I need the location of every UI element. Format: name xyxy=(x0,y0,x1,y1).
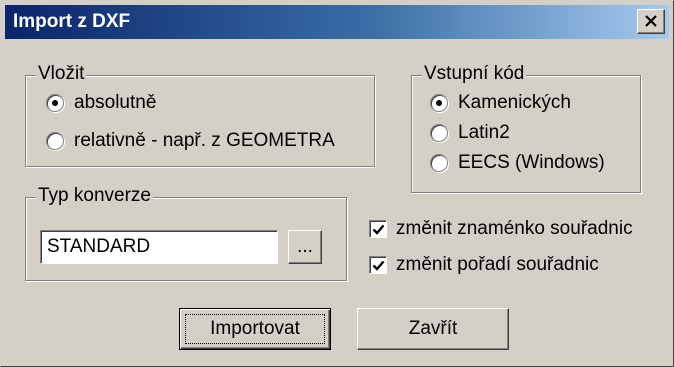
radio-relative[interactable]: relativně - např. z GEOMETRA xyxy=(46,128,335,154)
checkbox-change-sign-box[interactable] xyxy=(369,220,387,238)
conversion-type-group: Typ konverze STANDARD ... xyxy=(25,185,347,281)
checkbox-change-sign-label: změnit znaménko souřadnic xyxy=(396,218,633,239)
radio-selected-dot xyxy=(436,100,442,106)
radio-eecs-label: EECS (Windows) xyxy=(458,152,605,173)
radio-kamenickych-label: Kamenických xyxy=(458,92,571,113)
checkbox-change-order-box[interactable] xyxy=(369,256,387,274)
radio-kamenickych[interactable]: Kamenických xyxy=(430,90,571,116)
radio-absolute-indicator[interactable] xyxy=(46,94,64,112)
conversion-type-legend: Typ konverze xyxy=(36,185,153,207)
browse-button-label: ... xyxy=(297,236,313,257)
radio-eecs-indicator[interactable] xyxy=(430,154,448,172)
insert-group: Vložit absolutně relativně - např. z GEO… xyxy=(25,63,375,167)
radio-latin2[interactable]: Latin2 xyxy=(430,120,510,146)
import-dxf-dialog: Import z DXF Vložit absolutně relativně … xyxy=(0,0,674,367)
title-bar[interactable]: Import z DXF xyxy=(5,5,669,39)
conversion-type-field[interactable]: STANDARD xyxy=(40,230,278,264)
radio-relative-indicator[interactable] xyxy=(46,132,64,150)
checkbox-change-sign[interactable]: změnit znaménko souřadnic xyxy=(369,216,633,242)
radio-kamenickych-indicator[interactable] xyxy=(430,94,448,112)
radio-eecs[interactable]: EECS (Windows) xyxy=(430,150,605,176)
encoding-group: Vstupní kód Kamenických Latin2 EECS (Win… xyxy=(411,63,641,193)
checkmark-icon xyxy=(372,260,385,271)
checkbox-change-order[interactable]: změnit pořadí souřadnic xyxy=(369,252,599,278)
checkmark-icon xyxy=(372,224,385,235)
radio-absolute[interactable]: absolutně xyxy=(46,90,156,116)
close-icon xyxy=(645,15,657,27)
radio-relative-label: relativně - např. z GEOMETRA xyxy=(74,130,335,151)
radio-absolute-label: absolutně xyxy=(74,92,157,113)
browse-button[interactable]: ... xyxy=(288,230,322,264)
window-title: Import z DXF xyxy=(13,11,131,32)
close-button[interactable]: Zavřít xyxy=(357,308,509,350)
insert-group-legend: Vložit xyxy=(36,63,87,85)
encoding-group-legend: Vstupní kód xyxy=(422,63,527,85)
import-button-label: Importovat xyxy=(210,318,300,339)
import-button[interactable]: Importovat xyxy=(179,308,331,350)
checkbox-change-order-label: změnit pořadí souřadnic xyxy=(396,254,599,275)
close-window-button[interactable] xyxy=(637,9,665,34)
radio-selected-dot xyxy=(52,100,58,106)
close-button-label: Zavřít xyxy=(408,318,458,339)
radio-latin2-indicator[interactable] xyxy=(430,124,448,142)
radio-latin2-label: Latin2 xyxy=(458,122,510,143)
